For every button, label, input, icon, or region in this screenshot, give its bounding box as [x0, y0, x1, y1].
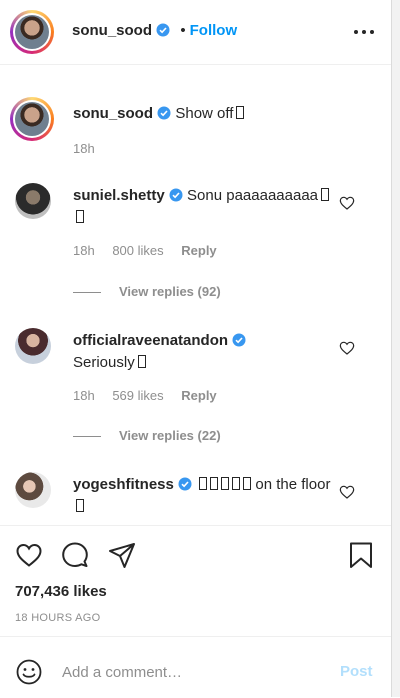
comment-meta: 18h 569 likes Reply — [73, 388, 231, 403]
verified-icon — [232, 333, 246, 347]
caption-time: 18h — [73, 141, 95, 156]
emoji-smile-icon[interactable] — [16, 659, 42, 685]
comment-meta: 18h 800 likes Reply — [73, 243, 231, 258]
avatar[interactable] — [15, 328, 51, 364]
comment-text: on the floor — [255, 476, 331, 493]
avatar[interactable] — [10, 10, 54, 54]
comment-likes[interactable]: 569 likes — [112, 388, 163, 403]
like-comment-heart-icon[interactable] — [339, 340, 355, 356]
verified-icon — [169, 188, 183, 202]
follow-button[interactable]: Follow — [190, 22, 238, 39]
avatar[interactable] — [10, 97, 54, 141]
comment-time: 18h — [73, 388, 95, 403]
reply-button[interactable]: Reply — [181, 388, 216, 403]
verified-icon — [157, 106, 171, 120]
comment-time: 18h — [73, 243, 95, 258]
view-replies-label: View replies (22) — [119, 428, 221, 443]
emoji-glyph — [76, 499, 84, 512]
page-background — [392, 0, 400, 697]
post-button[interactable]: Post — [340, 663, 373, 680]
caption-text-line: sonu_sood Show off — [73, 103, 335, 125]
post-header: sonu_sood • Follow — [0, 0, 391, 65]
comment-username[interactable]: yogeshfitness — [73, 476, 174, 493]
comments-list[interactable]: sonu_sood Show off 18h suniel.shetty Son… — [0, 77, 391, 525]
comment-likes[interactable]: 800 likes — [112, 243, 163, 258]
header-username[interactable]: sonu_sood — [72, 22, 152, 39]
replies-divider — [73, 292, 101, 294]
comment-text: Seriously — [73, 354, 135, 371]
emoji-glyph — [137, 355, 146, 368]
comment-bubble-icon[interactable] — [61, 541, 89, 569]
post-time: 18 HOURS AGO — [15, 612, 101, 624]
reply-button[interactable]: Reply — [181, 243, 216, 258]
like-comment-heart-icon[interactable] — [339, 484, 355, 500]
view-replies-button[interactable]: View replies (22) — [73, 428, 221, 443]
add-comment-bar: Post — [0, 636, 391, 698]
separator-dot: • — [180, 22, 186, 39]
comment-text: Sonu paaaaaaaaaa — [187, 187, 319, 204]
caption-meta: 18h — [73, 141, 109, 156]
header-user: sonu_sood • Follow — [72, 22, 237, 39]
comment-text-line: officialraveenatandon Seriously — [73, 330, 335, 374]
emoji-glyph — [221, 477, 230, 490]
caption-text: Show off — [175, 105, 234, 122]
verified-icon — [156, 23, 170, 37]
comment-input[interactable] — [62, 661, 322, 683]
avatar[interactable] — [15, 472, 51, 508]
emoji-glyph — [243, 477, 252, 490]
save-bookmark-icon[interactable] — [347, 541, 375, 569]
comment-username[interactable]: officialraveenatandon — [73, 332, 228, 349]
likes-count[interactable]: 707,436 likes — [15, 583, 107, 600]
emoji-glyph — [321, 188, 330, 201]
caption-username[interactable]: sonu_sood — [73, 105, 153, 122]
post-actions: 707,436 likes 18 HOURS AGO — [0, 525, 391, 636]
verified-icon — [178, 477, 192, 491]
emoji-glyph — [236, 106, 245, 119]
emoji-glyph — [232, 477, 241, 490]
post-panel: sonu_sood • Follow sonu_sood Show off 18… — [0, 0, 392, 697]
comment-text-line: yogeshfitness on the floor — [73, 474, 335, 518]
emoji-glyph — [210, 477, 219, 490]
comment-username[interactable]: suniel.shetty — [73, 187, 165, 204]
more-options-icon[interactable] — [352, 22, 376, 42]
avatar[interactable] — [15, 183, 51, 219]
like-comment-heart-icon[interactable] — [339, 195, 355, 211]
replies-divider — [73, 436, 101, 438]
emoji-glyph — [199, 477, 208, 490]
share-send-icon[interactable] — [108, 541, 136, 569]
emoji-glyph — [76, 210, 84, 223]
comment-text-line: suniel.shetty Sonu paaaaaaaaaa — [73, 185, 335, 229]
view-replies-label: View replies (92) — [119, 284, 221, 299]
view-replies-button[interactable]: View replies (92) — [73, 284, 221, 299]
like-heart-icon[interactable] — [15, 541, 43, 569]
